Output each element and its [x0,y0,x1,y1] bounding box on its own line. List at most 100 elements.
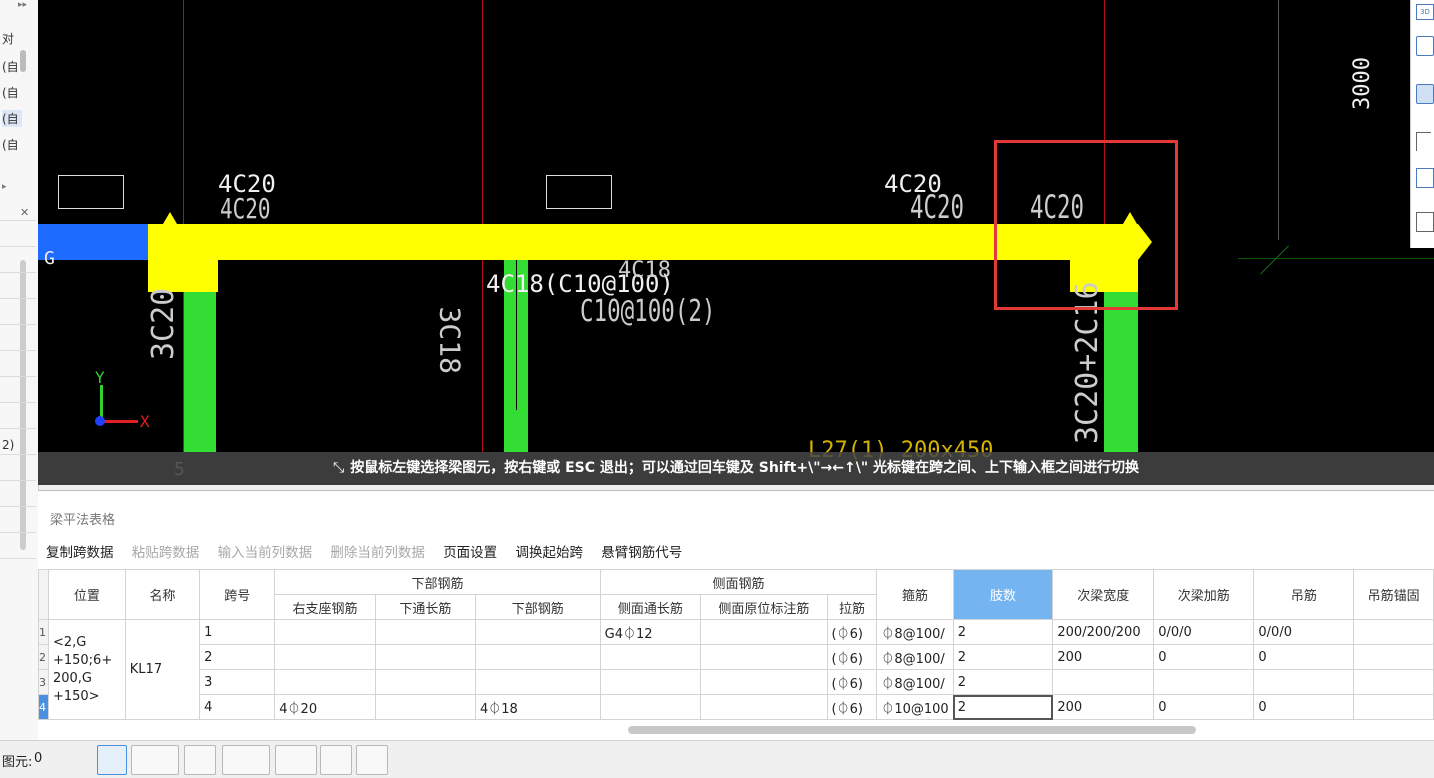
right-support-cell[interactable] [274,644,376,670]
expand-arrow-icon[interactable]: ▸▸ [18,0,27,10]
header-span[interactable]: 跨号 [199,569,276,620]
bottom-through-cell[interactable] [374,694,476,720]
close-icon[interactable]: ✕ [20,206,29,219]
sec-width-cell[interactable]: 200/200/200 [1052,619,1155,645]
cantilever-code-button[interactable]: 悬臂钢筋代号 [601,545,682,561]
header-tie[interactable]: 拉筋 [826,594,878,620]
right-support-cell[interactable] [274,619,376,645]
table-row[interactable]: 4 4 4⏀20 4⏀18 (⏀6) ⏀10@100 2 200 0 0 [38,694,1434,720]
side-note-cell[interactable] [700,694,828,720]
stirrup-cell[interactable]: ⏀8@100/ [876,644,954,670]
ortho-mode-icon[interactable] [97,745,127,775]
copy-span-button[interactable]: 复制跨数据 [46,545,114,561]
hanger-cell[interactable]: 0/0/0 [1253,619,1355,645]
position-cell[interactable]: <2,G +150;6+ 200,G +150> [47,619,126,720]
sec-width-cell[interactable]: 200 [1052,694,1155,720]
expand-arrow-icon[interactable]: ▸ [2,182,7,192]
header-sec-add[interactable]: 次梁加筋 [1153,569,1255,620]
side-through-cell[interactable] [599,644,702,670]
stirrup-cell[interactable]: ⏀8@100/ [876,619,954,645]
scrollbar-thumb[interactable] [20,50,26,72]
table-row[interactable]: 3 3 (⏀6) ⏀8@100/ 2 [38,669,1434,695]
header-group-side[interactable]: 侧面钢筋 [599,569,878,595]
list-item[interactable]: (自 [2,110,22,127]
sec-add-cell[interactable] [1153,669,1255,695]
header-position[interactable]: 位置 [47,569,126,620]
row-number[interactable]: 4 [38,694,49,720]
bottom-through-cell[interactable] [374,644,476,670]
header-hanger[interactable]: 吊筋 [1253,569,1355,620]
header-hanger-anchor[interactable]: 吊筋锚固 [1353,569,1434,620]
list-item[interactable]: (自 [2,136,19,153]
right-support-cell[interactable]: 4⏀20 [274,694,376,720]
rectangle-select-icon[interactable] [1416,132,1431,151]
sec-width-cell[interactable]: 200 [1052,644,1155,670]
legs-cell[interactable]: 2 [952,619,1054,645]
sec-width-cell[interactable] [1052,669,1155,695]
hanger-cell[interactable]: 0 [1253,694,1355,720]
hanger-anchor-cell[interactable] [1353,669,1434,695]
stirrup-cell[interactable]: ⏀8@100/ [876,669,954,695]
header-sec-width[interactable]: 次梁宽度 [1052,569,1155,620]
bottom-rebar-cell[interactable]: 4⏀18 [474,694,601,720]
bottom-through-cell[interactable] [374,619,476,645]
header-right-support[interactable]: 右支座钢筋 [274,594,376,620]
box-icon[interactable] [1416,168,1434,188]
sec-add-cell[interactable]: 0 [1153,644,1255,670]
header-stirrup[interactable]: 箍筋 [876,569,954,620]
list-item[interactable]: (自 [2,58,19,75]
horizontal-scrollbar[interactable] [628,726,1196,734]
list-item[interactable]: (自 [2,84,19,101]
hanger-anchor-cell[interactable] [1353,694,1434,720]
dimension-icon[interactable] [275,745,317,775]
layer-icon[interactable] [320,745,352,775]
name-cell[interactable]: KL17 [124,619,201,720]
side-through-cell[interactable]: G4⏀12 [599,619,702,645]
span-cell[interactable]: 1 [199,619,276,645]
snap-mode-icon[interactable] [131,745,179,775]
row-number[interactable]: 1 [38,619,49,645]
header-legs[interactable]: 肢数 [952,569,1054,620]
tie-cell[interactable]: (⏀6) [826,694,878,720]
cad-drawing-canvas[interactable]: 4C20 4C20 4C20 4C20 4C20 4C18(C10@100) 4… [38,0,1434,485]
cross-icon[interactable] [184,745,216,775]
tie-cell[interactable]: (⏀6) [826,669,878,695]
bottom-rebar-cell[interactable] [474,669,601,695]
header-bottom-through[interactable]: 下通长筋 [374,594,476,620]
header-side-through[interactable]: 侧面通长筋 [599,594,702,620]
3d-view-icon[interactable]: 3D [1416,4,1434,20]
header-side-note[interactable]: 侧面原位标注筋 [700,594,828,620]
hanger-cell[interactable] [1253,669,1355,695]
bottom-rebar-cell[interactable] [474,619,601,645]
curve-icon[interactable] [356,745,388,775]
column[interactable] [184,292,216,452]
table-row[interactable]: 2 2 (⏀6) ⏀8@100/ 2 200 0 0 [38,644,1434,670]
view-cube-icon[interactable] [1416,84,1434,104]
span-cell[interactable]: 3 [199,669,276,695]
row-number[interactable]: 3 [38,669,49,695]
tie-cell[interactable]: (⏀6) [826,644,878,670]
side-through-cell[interactable] [599,694,702,720]
side-note-cell[interactable] [700,669,828,695]
side-through-cell[interactable] [599,669,702,695]
span-cell[interactable]: 4 [199,694,276,720]
side-note-cell[interactable] [700,619,828,645]
delete-column-button[interactable]: 删除当前列数据 [330,545,425,561]
header-name[interactable]: 名称 [124,569,201,620]
angle-icon[interactable] [222,745,270,775]
stirrup-cell[interactable]: ⏀10@100 [876,694,954,720]
right-support-cell[interactable] [274,669,376,695]
hanger-anchor-cell[interactable] [1353,619,1434,645]
sec-add-cell[interactable]: 0/0/0 [1153,619,1255,645]
page-setup-button[interactable]: 页面设置 [443,545,497,561]
selected-beam[interactable] [148,224,1138,260]
legs-cell[interactable]: 2 [952,694,1054,720]
header-bottom-rebar[interactable]: 下部钢筋 [474,594,601,620]
tie-cell[interactable]: (⏀6) [826,619,878,645]
bottom-through-cell[interactable] [374,669,476,695]
swap-start-span-button[interactable]: 调换起始跨 [515,545,583,561]
span-cell[interactable]: 2 [199,644,276,670]
view-cube-icon[interactable] [1416,36,1434,56]
row-number[interactable]: 2 [38,644,49,670]
legs-cell[interactable]: 2 [952,669,1054,695]
